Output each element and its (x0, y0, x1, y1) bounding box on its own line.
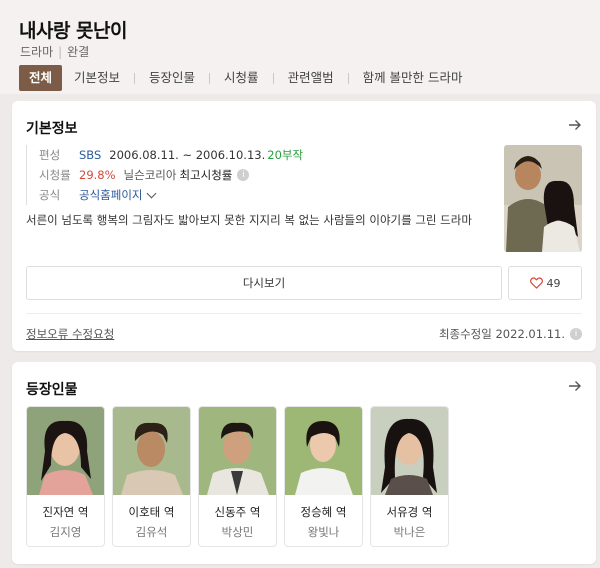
like-button[interactable]: 49 (508, 266, 582, 300)
cast-role: 신동주 역 (214, 505, 261, 519)
actor-photo (199, 407, 276, 495)
page-title: 내사랑 못난이 (19, 20, 128, 42)
cast-member[interactable]: 신동주 역 박상민 (198, 406, 277, 547)
basic-info-card: 기본정보 편성 SBS 2006.08.11. ~ 2006.10.13. 20… (12, 101, 596, 351)
cast-list: 진자연 역 김지영 이호태 역 김유석 신동주 역 박상민 정승혜 역 왕빛나 … (26, 406, 456, 547)
cast-role: 정승혜 역 (300, 505, 347, 519)
cast-actor: 박상민 (221, 525, 254, 539)
official-row: 공식 공식홈페이지 (39, 185, 486, 205)
broadcast-period: 2006.08.11. ~ 2006.10.13. (109, 148, 266, 162)
card-divider (26, 313, 582, 314)
actor-photo (285, 407, 362, 495)
cast-member[interactable]: 정승혜 역 왕빛나 (284, 406, 363, 547)
actor-photo (113, 407, 190, 495)
official-label: 공식 (39, 188, 61, 202)
official-homepage-link[interactable]: 공식홈페이지 (79, 185, 142, 205)
cast-title[interactable]: 등장인물 (26, 379, 78, 399)
like-count: 49 (546, 276, 561, 290)
rating-value: 29.8% (79, 168, 116, 182)
cast-card: 등장인물 진자연 역 김지영 이호태 역 김유석 신동주 역 박상민 정승혜 역… (12, 362, 596, 564)
tab-albums[interactable]: 관련앨범 (286, 65, 336, 91)
tab-all[interactable]: 전체 (19, 65, 63, 91)
replay-button[interactable]: 다시보기 (26, 266, 502, 300)
cast-actor: 박나은 (393, 525, 426, 539)
tab-divider (209, 72, 211, 84)
info-icon[interactable]: i (570, 328, 582, 340)
cast-actor: 김지영 (49, 525, 82, 539)
cast-member[interactable]: 이호태 역 김유석 (112, 406, 191, 547)
cast-actor: 김유석 (135, 525, 168, 539)
tab-basic-info[interactable]: 기본정보 (72, 65, 122, 91)
genre-text: 드라마 (20, 45, 54, 59)
actor-photo (27, 407, 104, 495)
cast-member[interactable]: 서유경 역 박나은 (370, 406, 449, 547)
basic-info-title[interactable]: 기본정보 (26, 118, 78, 138)
cast-role: 서유경 역 (386, 505, 433, 519)
status-text: 완결 (67, 45, 90, 59)
tab-divider (134, 72, 136, 84)
tab-divider (272, 72, 274, 84)
actor-photo (371, 407, 448, 495)
cast-actor: 왕빛나 (307, 525, 340, 539)
tab-bar: 전체 기본정보 등장인물 시청률 관련앨범 함께 볼만한 드라마 (19, 65, 465, 91)
channel-link[interactable]: SBS (79, 145, 101, 165)
tab-related-dramas[interactable]: 함께 볼만한 드라마 (361, 65, 465, 91)
tab-cast[interactable]: 등장인물 (147, 65, 197, 91)
page-header: 내사랑 못난이 드라마 | 완결 전체 기본정보 등장인물 시청률 관련앨범 함께 … (0, 0, 600, 94)
drama-description: 서른이 넘도록 행복의 그림자도 밟아보지 못한 지지리 복 없는 사람들의 이… (26, 213, 472, 227)
episode-count: 20부작 (267, 148, 304, 162)
rating-label: 시청률 (39, 168, 71, 182)
arrow-right-icon[interactable] (566, 377, 584, 395)
meta-separator: | (58, 45, 63, 59)
drama-meta: 드라마 | 완결 (20, 43, 89, 60)
rating-type: 최고시청률 (179, 168, 233, 182)
modified-date-text: 최종수정일 2022.01.11. (438, 327, 565, 341)
drama-poster[interactable] (504, 145, 582, 252)
info-icon[interactable]: i (237, 169, 250, 181)
broadcast-label: 편성 (39, 148, 61, 162)
rating-row: 시청률 29.8% 닐슨코리아 최고시청률 i (39, 165, 486, 185)
heart-icon (529, 277, 543, 289)
cast-member[interactable]: 진자연 역 김지영 (26, 406, 105, 547)
modified-date: 최종수정일 2022.01.11. i (439, 326, 582, 342)
error-report-link[interactable]: 정보오류 수정요청 (26, 326, 114, 342)
arrow-right-icon[interactable] (566, 116, 584, 134)
broadcast-row: 편성 SBS 2006.08.11. ~ 2006.10.13. 20부작 (39, 145, 486, 165)
cast-role: 이호태 역 (128, 505, 175, 519)
info-table: 편성 SBS 2006.08.11. ~ 2006.10.13. 20부작 시청… (26, 145, 486, 205)
rating-source: 닐슨코리아 (123, 168, 177, 182)
cast-role: 진자연 역 (42, 505, 89, 519)
tab-divider (347, 72, 349, 84)
tab-ratings[interactable]: 시청률 (222, 65, 261, 91)
chevron-down-icon[interactable] (147, 188, 157, 198)
